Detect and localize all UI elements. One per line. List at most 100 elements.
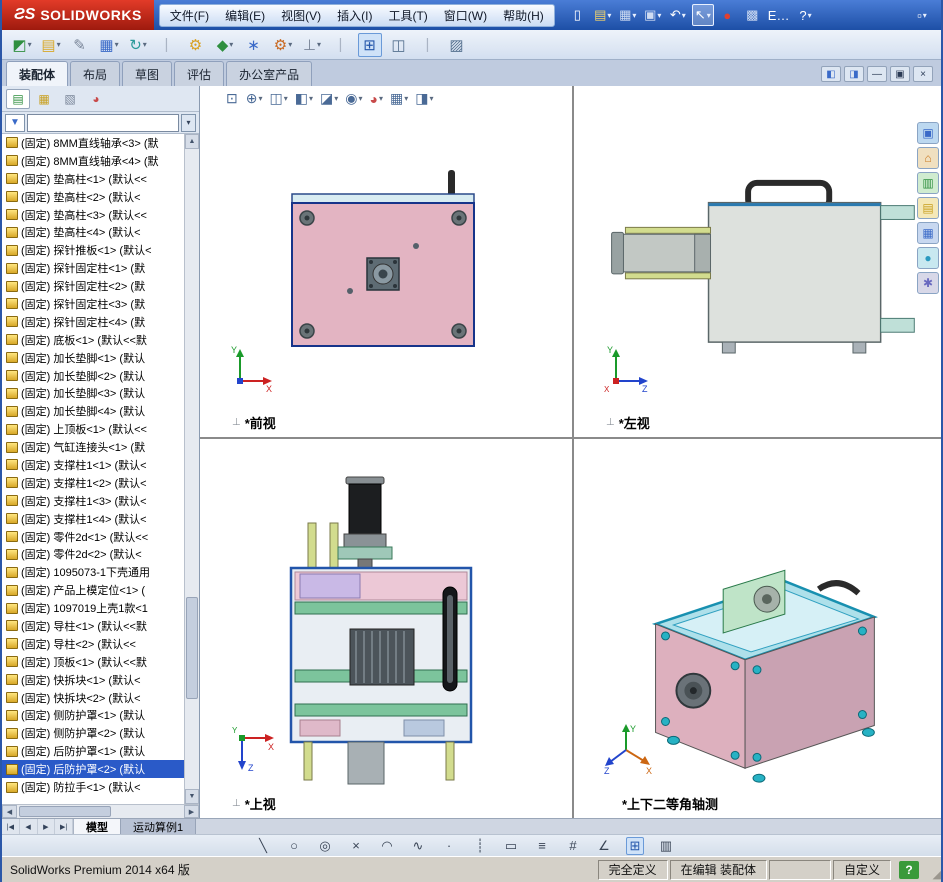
menu-item[interactable]: 视图(V) bbox=[273, 5, 329, 26]
titlebar-icon[interactable]: ● bbox=[717, 4, 739, 26]
tree-item[interactable]: (固定) 加长垫脚<1> (默认 bbox=[2, 349, 184, 367]
hud-icon[interactable]: ⊕ ▾ bbox=[246, 90, 263, 107]
toolbar-icon[interactable]: ▨ bbox=[445, 33, 469, 57]
tree-item[interactable]: (固定) 加长垫脚<3> (默认 bbox=[2, 384, 184, 402]
tree-item[interactable]: (固定) 支撑柱1<3> (默认< bbox=[2, 492, 184, 510]
filter-dropdown-icon[interactable]: ▾ bbox=[181, 113, 196, 132]
viewport-splitter-vertical[interactable] bbox=[572, 86, 574, 818]
tab-evaluate[interactable]: 评估 bbox=[174, 61, 225, 86]
tree-item[interactable]: (固定) 支撑柱1<4> (默认< bbox=[2, 510, 184, 528]
scroll-track[interactable] bbox=[185, 149, 199, 789]
sketch-tool-icon[interactable]: ▭ bbox=[502, 837, 520, 855]
scroll-thumb[interactable] bbox=[186, 597, 198, 700]
tree-item[interactable]: (固定) 快拆块<2> (默认< bbox=[2, 689, 184, 707]
panel-tab-icon[interactable]: ▦ bbox=[32, 89, 56, 109]
toolbar-icon[interactable]: | bbox=[155, 33, 179, 57]
sketch-tool-icon[interactable]: ⊞ bbox=[626, 836, 644, 855]
sketch-tool-icon[interactable]: ○ bbox=[285, 837, 303, 855]
toolbar-icon[interactable]: ◩ ▾ bbox=[10, 33, 34, 57]
tree-item[interactable]: (固定) 1095073-1下壳通用 bbox=[2, 563, 184, 581]
tab-motion-study[interactable]: 运动算例1 bbox=[121, 819, 197, 834]
titlebar-icon[interactable]: ▣ ▾ bbox=[642, 4, 664, 26]
task-pane-icon[interactable]: ✱ bbox=[917, 272, 939, 294]
tab-assembly[interactable]: 装配体 bbox=[6, 61, 69, 86]
tree-item[interactable]: (固定) 顶板<1> (默认<<默 bbox=[2, 653, 184, 671]
sketch-tool-icon[interactable]: · bbox=[440, 837, 458, 855]
toolbar-icon[interactable]: ✎ bbox=[68, 33, 92, 57]
sketch-tool-icon[interactable]: ▥ bbox=[657, 837, 675, 855]
titlebar-icon[interactable]: ▯ bbox=[567, 4, 589, 26]
task-pane-icon[interactable]: ⌂ bbox=[917, 147, 939, 169]
sketch-tool-icon[interactable]: ◎ bbox=[316, 837, 334, 855]
toolbar-icon[interactable]: ∗ bbox=[242, 33, 266, 57]
scroll-track[interactable] bbox=[17, 805, 184, 818]
quick-tips-icon[interactable]: ? bbox=[899, 860, 919, 879]
task-pane-icon[interactable]: ▦ bbox=[917, 222, 939, 244]
window-control-icon[interactable]: × bbox=[913, 66, 933, 82]
tree-item[interactable]: (固定) 垫高柱<4> (默认< bbox=[2, 223, 184, 241]
sketch-tool-icon[interactable]: ∿ bbox=[409, 837, 427, 855]
scroll-down-icon[interactable]: ▼ bbox=[185, 789, 199, 804]
tree-item[interactable]: (固定) 后防护罩<1> (默认 bbox=[2, 742, 184, 760]
tree-item[interactable]: (固定) 探针固定柱<4> (默 bbox=[2, 313, 184, 331]
tree-item[interactable]: (固定) 零件2d<1> (默认<< bbox=[2, 528, 184, 546]
tab-model[interactable]: 模型 bbox=[74, 819, 121, 834]
menu-item[interactable]: 窗口(W) bbox=[436, 5, 495, 26]
menu-item[interactable]: 帮助(H) bbox=[495, 5, 552, 26]
viewport-top[interactable]: Y X Z ⊥ *上视 bbox=[200, 439, 572, 818]
menu-item[interactable]: 编辑(E) bbox=[217, 5, 273, 26]
toolbar-icon[interactable]: | bbox=[416, 33, 440, 57]
hud-icon[interactable]: ▦ ▾ bbox=[390, 90, 408, 107]
panel-tab-icon[interactable]: ◕ bbox=[84, 89, 108, 109]
tree-filter-input[interactable] bbox=[27, 113, 179, 132]
hud-icon[interactable]: ◉ ▾ bbox=[345, 90, 362, 107]
task-pane-icon[interactable]: ▤ bbox=[917, 197, 939, 219]
viewport-front[interactable]: ⊡ ⊕ ▾ ◫ ▾ ◧ ▾ ◪ ▾ ◉ ▾ ◕ ▾ ▦ ▾ ◨ ▾ Y X ⊥ *前视 bbox=[200, 86, 572, 437]
toolbar-icon[interactable]: ▤ ▾ bbox=[39, 33, 63, 57]
toolbar-icon[interactable]: ▦ ▾ bbox=[97, 33, 121, 57]
tree-item[interactable]: (固定) 产品上模定位<1> ( bbox=[2, 581, 184, 599]
scroll-left-icon[interactable]: ◀ bbox=[2, 805, 17, 818]
menu-item[interactable]: 文件(F) bbox=[162, 5, 217, 26]
toolbar-options-icon[interactable]: ▫ ▾ bbox=[911, 4, 933, 26]
titlebar-icon[interactable]: ↶ ▾ bbox=[667, 4, 689, 26]
tab-sketch[interactable]: 草图 bbox=[122, 61, 173, 86]
tree-item[interactable]: (固定) 快拆块<1> (默认< bbox=[2, 671, 184, 689]
scroll-thumb[interactable] bbox=[19, 806, 111, 817]
hud-icon[interactable]: ◧ ▾ bbox=[295, 90, 313, 107]
hud-icon[interactable]: ◪ ▾ bbox=[320, 90, 338, 107]
tree-item[interactable]: (固定) 探针固定柱<3> (默 bbox=[2, 295, 184, 313]
tree-item[interactable]: (固定) 1097019上壳1款<1 bbox=[2, 599, 184, 617]
toolbar-icon[interactable]: ◆ ▾ bbox=[213, 33, 237, 57]
tree-item[interactable]: (固定) 支撑柱1<1> (默认< bbox=[2, 456, 184, 474]
tree-item[interactable]: (固定) 后防护罩<2> (默认 bbox=[2, 760, 184, 779]
menu-item[interactable]: 工具(T) bbox=[380, 5, 435, 26]
task-pane-icon[interactable]: ▥ bbox=[917, 172, 939, 194]
next-tab-icon[interactable]: ▶ bbox=[38, 819, 56, 834]
toolbar-icon[interactable]: ⚙ bbox=[184, 33, 208, 57]
tab-office-products[interactable]: 办公室产品 bbox=[226, 61, 313, 86]
status-custom-menu[interactable]: 自定义 bbox=[832, 859, 891, 880]
tree-horizontal-scrollbar[interactable]: ◀ ▶ bbox=[2, 804, 199, 818]
tree-item[interactable]: (固定) 8MM直线轴承<3> (默 bbox=[2, 134, 184, 152]
tree-item[interactable]: (固定) 加长垫脚<4> (默认 bbox=[2, 402, 184, 420]
window-control-icon[interactable]: ◨ bbox=[844, 66, 864, 82]
tree-item[interactable]: (固定) 垫高柱<3> (默认<< bbox=[2, 206, 184, 224]
tree-item[interactable]: (固定) 加长垫脚<2> (默认 bbox=[2, 367, 184, 385]
tree-item[interactable]: (固定) 支撑柱1<2> (默认< bbox=[2, 474, 184, 492]
titlebar-icon[interactable]: ▤ ▾ bbox=[592, 4, 614, 26]
toolbar-icon[interactable]: ◫ bbox=[387, 33, 411, 57]
tab-layout[interactable]: 布局 bbox=[70, 61, 121, 86]
tree-item[interactable]: (固定) 防拉手<1> (默认< bbox=[2, 778, 184, 796]
tree-item[interactable]: (固定) 8MM直线轴承<4> (默 bbox=[2, 152, 184, 170]
task-pane-icon[interactable]: ● bbox=[917, 247, 939, 269]
menu-item[interactable]: 插入(I) bbox=[329, 5, 380, 26]
titlebar-icon[interactable]: ▩ bbox=[742, 4, 764, 26]
sketch-tool-icon[interactable]: # bbox=[564, 837, 582, 855]
tree-item[interactable]: (固定) 侧防护罩<1> (默认 bbox=[2, 707, 184, 725]
toolbar-icon[interactable]: ⊥ ▾ bbox=[300, 33, 324, 57]
viewport-isometric[interactable]: Y X Z *上下二等角轴测 bbox=[574, 439, 941, 818]
viewport-left[interactable]: Y Z X ⊥ *左视 bbox=[574, 86, 941, 437]
tree-item[interactable]: (固定) 侧防护罩<2> (默认 bbox=[2, 724, 184, 742]
sketch-tool-icon[interactable]: ∠ bbox=[595, 837, 613, 855]
